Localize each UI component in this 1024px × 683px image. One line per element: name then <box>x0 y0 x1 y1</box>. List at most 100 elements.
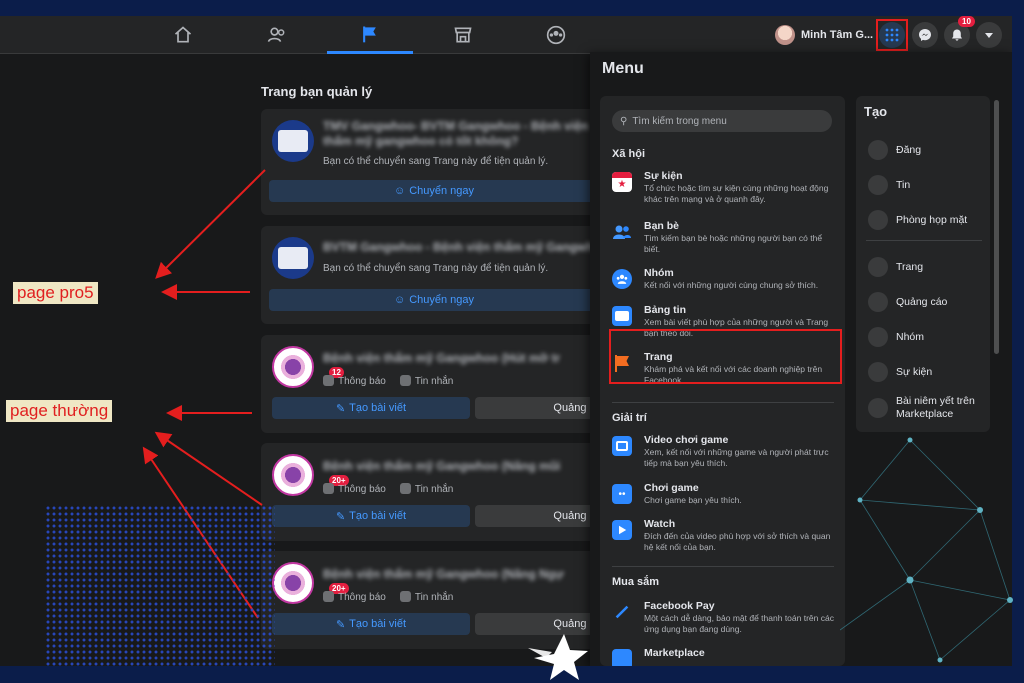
switch-now-button[interactable]: ☺ Chuyển ngay <box>269 289 599 311</box>
menu-scrollbar[interactable] <box>994 100 999 354</box>
page-name[interactable]: Bệnh viện thẩm mỹ Gangwhoo (Nâng mũi <box>323 459 560 473</box>
switch-now-label: Chuyển ngay <box>409 294 475 306</box>
news-feed-icon <box>612 306 632 326</box>
menu-item-label: Watch <box>644 518 676 530</box>
chat-icon <box>399 375 411 386</box>
create-group[interactable]: Nhóm <box>868 327 982 347</box>
groups-icon <box>546 25 566 45</box>
star-watermark-logo <box>528 634 588 680</box>
flag-icon <box>868 257 888 277</box>
menu-item-description: Một cách dễ dàng, bảo mật để thanh toán … <box>644 613 834 634</box>
messenger-button[interactable] <box>912 22 938 48</box>
switch-profile-icon: ☺ <box>393 294 406 306</box>
page-logo <box>272 346 314 388</box>
menu-item-label: Facebook Pay <box>644 600 715 612</box>
menu-item-label: Bạn bè <box>644 220 680 232</box>
page-name[interactable]: Bệnh viện thẩm mỹ Gangwhoo (Nâng Ngự <box>323 567 564 581</box>
create-post-button[interactable]: ✎ Tạo bài viết <box>272 613 470 635</box>
create-post[interactable]: Đăng <box>868 140 982 160</box>
create-room[interactable]: Phòng họp mặt <box>868 210 982 230</box>
gaming-video-icon <box>612 436 632 456</box>
chat-icon <box>399 483 411 494</box>
messages-link[interactable]: Tin nhắn <box>399 483 453 495</box>
friends-icon <box>612 222 632 242</box>
decorative-network-graphic <box>840 437 1013 663</box>
video-icon <box>868 210 888 230</box>
page-logo <box>272 237 314 279</box>
avatar <box>775 25 795 45</box>
create-ad[interactable]: Quảng cáo <box>868 292 982 312</box>
caret-down-icon <box>985 33 993 38</box>
page-stats-row: Thông báo Tin nhắn <box>323 591 453 603</box>
chat-icon <box>399 591 411 602</box>
annotation-label-pro5: page pro5 <box>13 282 98 304</box>
page-logo <box>272 562 314 604</box>
friends-icon <box>267 27 285 42</box>
menu-item-description: Tìm kiếm bạn bè hoặc những người bạn có … <box>644 233 823 254</box>
bell-icon <box>952 29 962 41</box>
page-name[interactable]: Bệnh viện thẩm mỹ Gangwhoo (Hút mỡ tr <box>323 351 560 365</box>
messages-link[interactable]: Tin nhắn <box>399 375 453 387</box>
category-shopping: Mua sắm <box>612 576 660 588</box>
notification-count-badge: 10 <box>958 16 975 27</box>
tab-friends[interactable] <box>234 16 320 54</box>
account-dropdown-button[interactable] <box>976 22 1002 48</box>
annotation-label-normal: page thường <box>6 400 113 422</box>
page-hint: Bạn có thể chuyển sang Trang này để tiện… <box>323 156 549 167</box>
tab-groups[interactable] <box>513 16 599 54</box>
create-post-button[interactable]: ✎ Tạo bài viết <box>272 505 470 527</box>
calendar-icon <box>868 362 888 382</box>
create-story[interactable]: Tin <box>868 175 982 195</box>
notifications-link[interactable]: Thông báo <box>323 483 386 495</box>
page-card: BVTM Gangwhoo - Bệnh viện thẩm mỹ Gangwh… <box>261 226 601 324</box>
promote-button[interactable]: Quảng c <box>475 505 601 527</box>
profile-button[interactable]: Minh Tâm G... <box>775 22 879 48</box>
bottom-band <box>0 666 1024 683</box>
page-card: TMV Gangwhoo- BVTM Gangwhoo - Bệnh viện … <box>261 109 601 215</box>
page-name[interactable]: TMV Gangwhoo- BVTM Gangwhoo - Bệnh viện … <box>323 119 593 149</box>
divider <box>612 402 834 403</box>
page-stats-row: Thông báo Tin nhắn <box>323 375 453 387</box>
highlight-box-menu <box>876 19 908 51</box>
calendar-star-icon: ★ <box>612 172 632 192</box>
section-title: Trang bạn quản lý <box>261 84 373 99</box>
profile-name: Minh Tâm G... <box>801 29 874 41</box>
menu-item-description: Đích đến của video phù hợp với sở thích … <box>644 531 831 552</box>
gamepad-icon: •• <box>612 484 632 504</box>
page-stats-row: Thông báo Tin nhắn <box>323 483 453 495</box>
create-event[interactable]: Sự kiện <box>868 362 982 382</box>
edit-icon: ✎ <box>335 618 346 631</box>
notifications-link[interactable]: Thông báo <box>323 375 386 387</box>
menu-item-label: Marketplace <box>644 647 705 659</box>
globe-icon <box>323 591 334 602</box>
switch-now-label: Chuyển ngay <box>409 185 475 197</box>
messenger-icon <box>919 29 931 41</box>
tab-pages[interactable] <box>327 16 413 54</box>
groups-icon <box>868 327 888 347</box>
page-name[interactable]: BVTM Gangwhoo - Bệnh viện thẩm mỹ Gangwh… <box>323 240 601 254</box>
menu-item-description: Chơi game bạn yêu thích. <box>644 495 742 505</box>
switch-now-button[interactable]: ☺ Chuyển ngay <box>269 180 599 202</box>
top-navigation: Minh Tâm G... 10 <box>0 16 1012 54</box>
page-card: Bệnh viện thẩm mỹ Gangwhoo (Hút mỡ tr 12… <box>261 335 601 433</box>
menu-search-input[interactable]: ⚲ Tìm kiếm trong menu <box>612 110 832 132</box>
messages-link[interactable]: Tin nhắn <box>399 591 453 603</box>
marketplace-icon <box>454 27 472 43</box>
menu-item-label: Chơi game <box>644 482 699 494</box>
edit-icon <box>868 140 888 160</box>
create-column: Tạo Đăng Tin Phòng họp mặt Trang Quảng c… <box>856 96 990 432</box>
promote-button[interactable]: Quảng c <box>475 397 601 419</box>
create-marketplace-listing[interactable]: Bài niêm yết trên Marketplace <box>868 395 982 421</box>
notifications-link[interactable]: Thông báo <box>323 591 386 603</box>
menu-item-label: Video chơi game <box>644 434 729 446</box>
menu-item-label: Sự kiện <box>644 170 683 182</box>
marketplace-icon <box>612 649 632 666</box>
create-page[interactable]: Trang <box>868 257 982 277</box>
tab-marketplace[interactable] <box>420 16 506 54</box>
promote-button[interactable]: Quảng c <box>475 613 601 635</box>
page-logo <box>272 454 314 496</box>
create-post-button[interactable]: ✎ Tạo bài viết <box>272 397 470 419</box>
edit-icon: ✎ <box>335 402 346 415</box>
tab-home[interactable] <box>140 16 226 54</box>
highlight-box-pages <box>609 329 842 384</box>
